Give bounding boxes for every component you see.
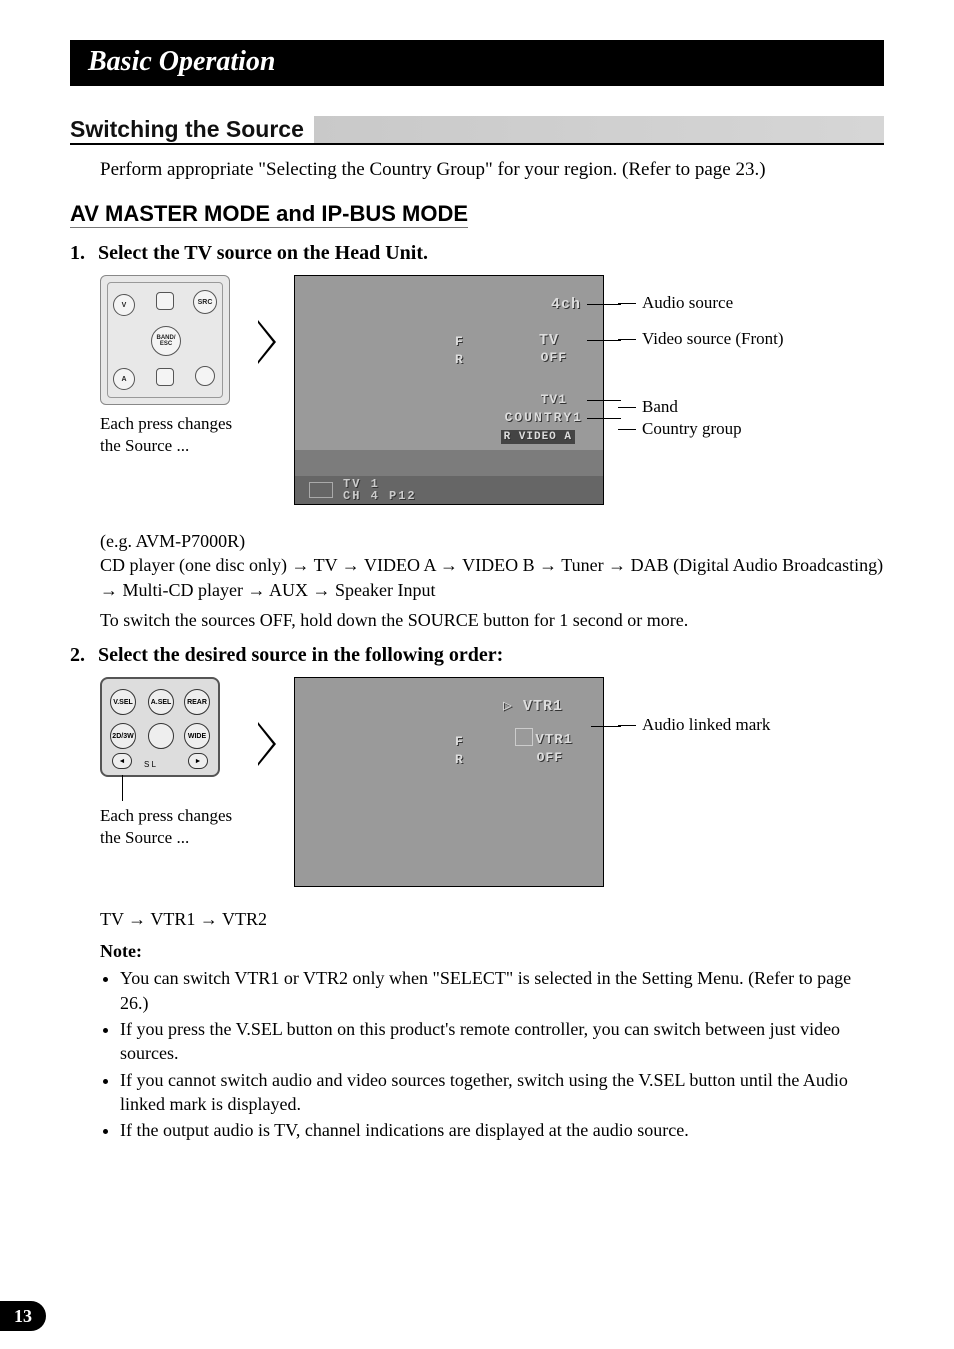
remote-2-column: V.SEL A.SEL REAR 2D/3W WIDE ◄ ► S L Each…: [100, 677, 240, 849]
remote-illustration-1: V SRC BAND/ ESC A: [100, 275, 230, 405]
screen1-footer: TV 1 CH 4 P12: [295, 476, 603, 504]
arrow-icon: [258, 722, 276, 766]
remote2-wide-button-icon: WIDE: [184, 723, 210, 749]
step-1-row: 1. Select the TV source on the Head Unit…: [70, 242, 884, 265]
remote-1-caption: Each press changes the Source ...: [100, 413, 240, 457]
remote-src-button-icon: SRC: [193, 290, 217, 314]
screen2-off: OFF: [537, 750, 563, 765]
remote2-rear-button-icon: REAR: [184, 689, 210, 715]
screen2-top: ▷ VTR1: [503, 696, 563, 715]
remote-ring-button-icon: [195, 366, 215, 386]
screen-illustration-2: ▷ VTR1 F R VTR1 OFF: [294, 677, 604, 887]
callout-band: Band: [628, 397, 784, 417]
note-item: If you press the V.SEL button on this pr…: [120, 1017, 884, 1066]
screen2-linked-mark-icon: [515, 728, 533, 746]
step1-example-line: (e.g. AVM-P7000R): [100, 529, 884, 553]
screen2-f-label: F: [455, 734, 464, 749]
callout-audio-source: Audio source: [628, 293, 784, 313]
screen1-callouts: Audio source Video source (Front) Band C…: [628, 275, 784, 439]
remote-1-column: V SRC BAND/ ESC A Each press changes the…: [100, 275, 240, 457]
screen1-video-badge: R VIDEO A: [501, 430, 575, 444]
figure-2-row: V.SEL A.SEL REAR 2D/3W WIDE ◄ ► S L Each…: [100, 677, 884, 887]
section-heading-av-master: AV MASTER MODE and IP-BUS MODE: [70, 201, 468, 228]
page: Basic Operation Switching the Source Per…: [0, 0, 954, 1349]
step2-source-chain: TV → VTR1 → VTR2: [100, 907, 884, 931]
remote2-sl-label: S L: [144, 760, 156, 769]
remote-pad-up-icon: [156, 292, 174, 310]
callout-video-source: Video source (Front): [628, 329, 784, 349]
remote2-leader-line: [122, 775, 123, 801]
screen1-audio-source: 4ch: [551, 296, 581, 313]
callout-country-group: Country group: [628, 419, 784, 439]
arrow-icon: [258, 320, 276, 364]
screen1-f-label: F: [455, 334, 464, 349]
figure-1-row: V SRC BAND/ ESC A Each press changes the…: [100, 275, 884, 505]
screen2-r-label: R: [455, 752, 464, 767]
screen1-foot-icon: [309, 482, 333, 498]
screen1-video-source: TV: [539, 332, 559, 349]
screen1-country: COUNTRY1: [505, 410, 583, 425]
screen1-band-strip: [295, 450, 603, 476]
remote2-2d3w-button-icon: 2D/3W: [110, 723, 136, 749]
screen1-r-label: R: [455, 352, 464, 367]
section-heading-text: Switching the Source: [70, 116, 308, 142]
remote2-prev-button-icon: ◄: [112, 753, 132, 769]
step-1-title: Select the TV source on the Head Unit.: [98, 242, 428, 265]
remote-v-button-icon: V: [113, 294, 135, 316]
screen1-band: TV1: [541, 392, 567, 407]
notes-list: You can switch VTR1 or VTR2 only when "S…: [120, 966, 884, 1142]
callout-audio-linked-mark: Audio linked mark: [628, 715, 770, 735]
screen2-callouts: Audio linked mark: [628, 677, 770, 735]
remote2-vsel-button-icon: V.SEL: [110, 689, 136, 715]
screen1-foot-line2: CH 4 P12: [343, 490, 417, 502]
screen1-video-off: OFF: [541, 350, 567, 365]
step-2-row: 2. Select the desired source in the foll…: [70, 644, 884, 667]
page-number: 13: [0, 1301, 46, 1331]
screen-illustration-1: 4ch F R TV OFF TV1 COUNTRY1 R VIDEO A TV…: [294, 275, 604, 505]
intro-paragraph: Perform appropriate "Selecting the Count…: [100, 159, 884, 181]
remote-pad-down-icon: [156, 368, 174, 386]
remote2-center-button-icon: [148, 723, 174, 749]
remote-illustration-2: V.SEL A.SEL REAR 2D/3W WIDE ◄ ► S L: [100, 677, 220, 777]
note-heading: Note:: [100, 941, 884, 962]
step-1-number: 1.: [70, 242, 98, 265]
remote-a-button-icon: A: [113, 368, 135, 390]
step1-off-note: To switch the sources OFF, hold down the…: [100, 608, 884, 632]
remote-2-caption: Each press changes the Source ...: [100, 805, 240, 849]
screen2-mid: VTR1: [535, 732, 573, 748]
chapter-title: Basic Operation: [70, 40, 884, 86]
note-item: You can switch VTR1 or VTR2 only when "S…: [120, 966, 884, 1015]
remote2-asel-button-icon: A.SEL: [148, 689, 174, 715]
note-item: If the output audio is TV, channel indic…: [120, 1118, 884, 1142]
note-item: If you cannot switch audio and video sou…: [120, 1068, 884, 1117]
step-2-number: 2.: [70, 644, 98, 667]
remote2-next-button-icon: ►: [188, 753, 208, 769]
section-heading-switching-source: Switching the Source: [70, 116, 884, 145]
remote-band-button-icon: BAND/ ESC: [151, 326, 181, 356]
step-2-title: Select the desired source in the followi…: [98, 644, 503, 667]
step1-source-chain: CD player (one disc only) → TV → VIDEO A…: [100, 553, 884, 602]
